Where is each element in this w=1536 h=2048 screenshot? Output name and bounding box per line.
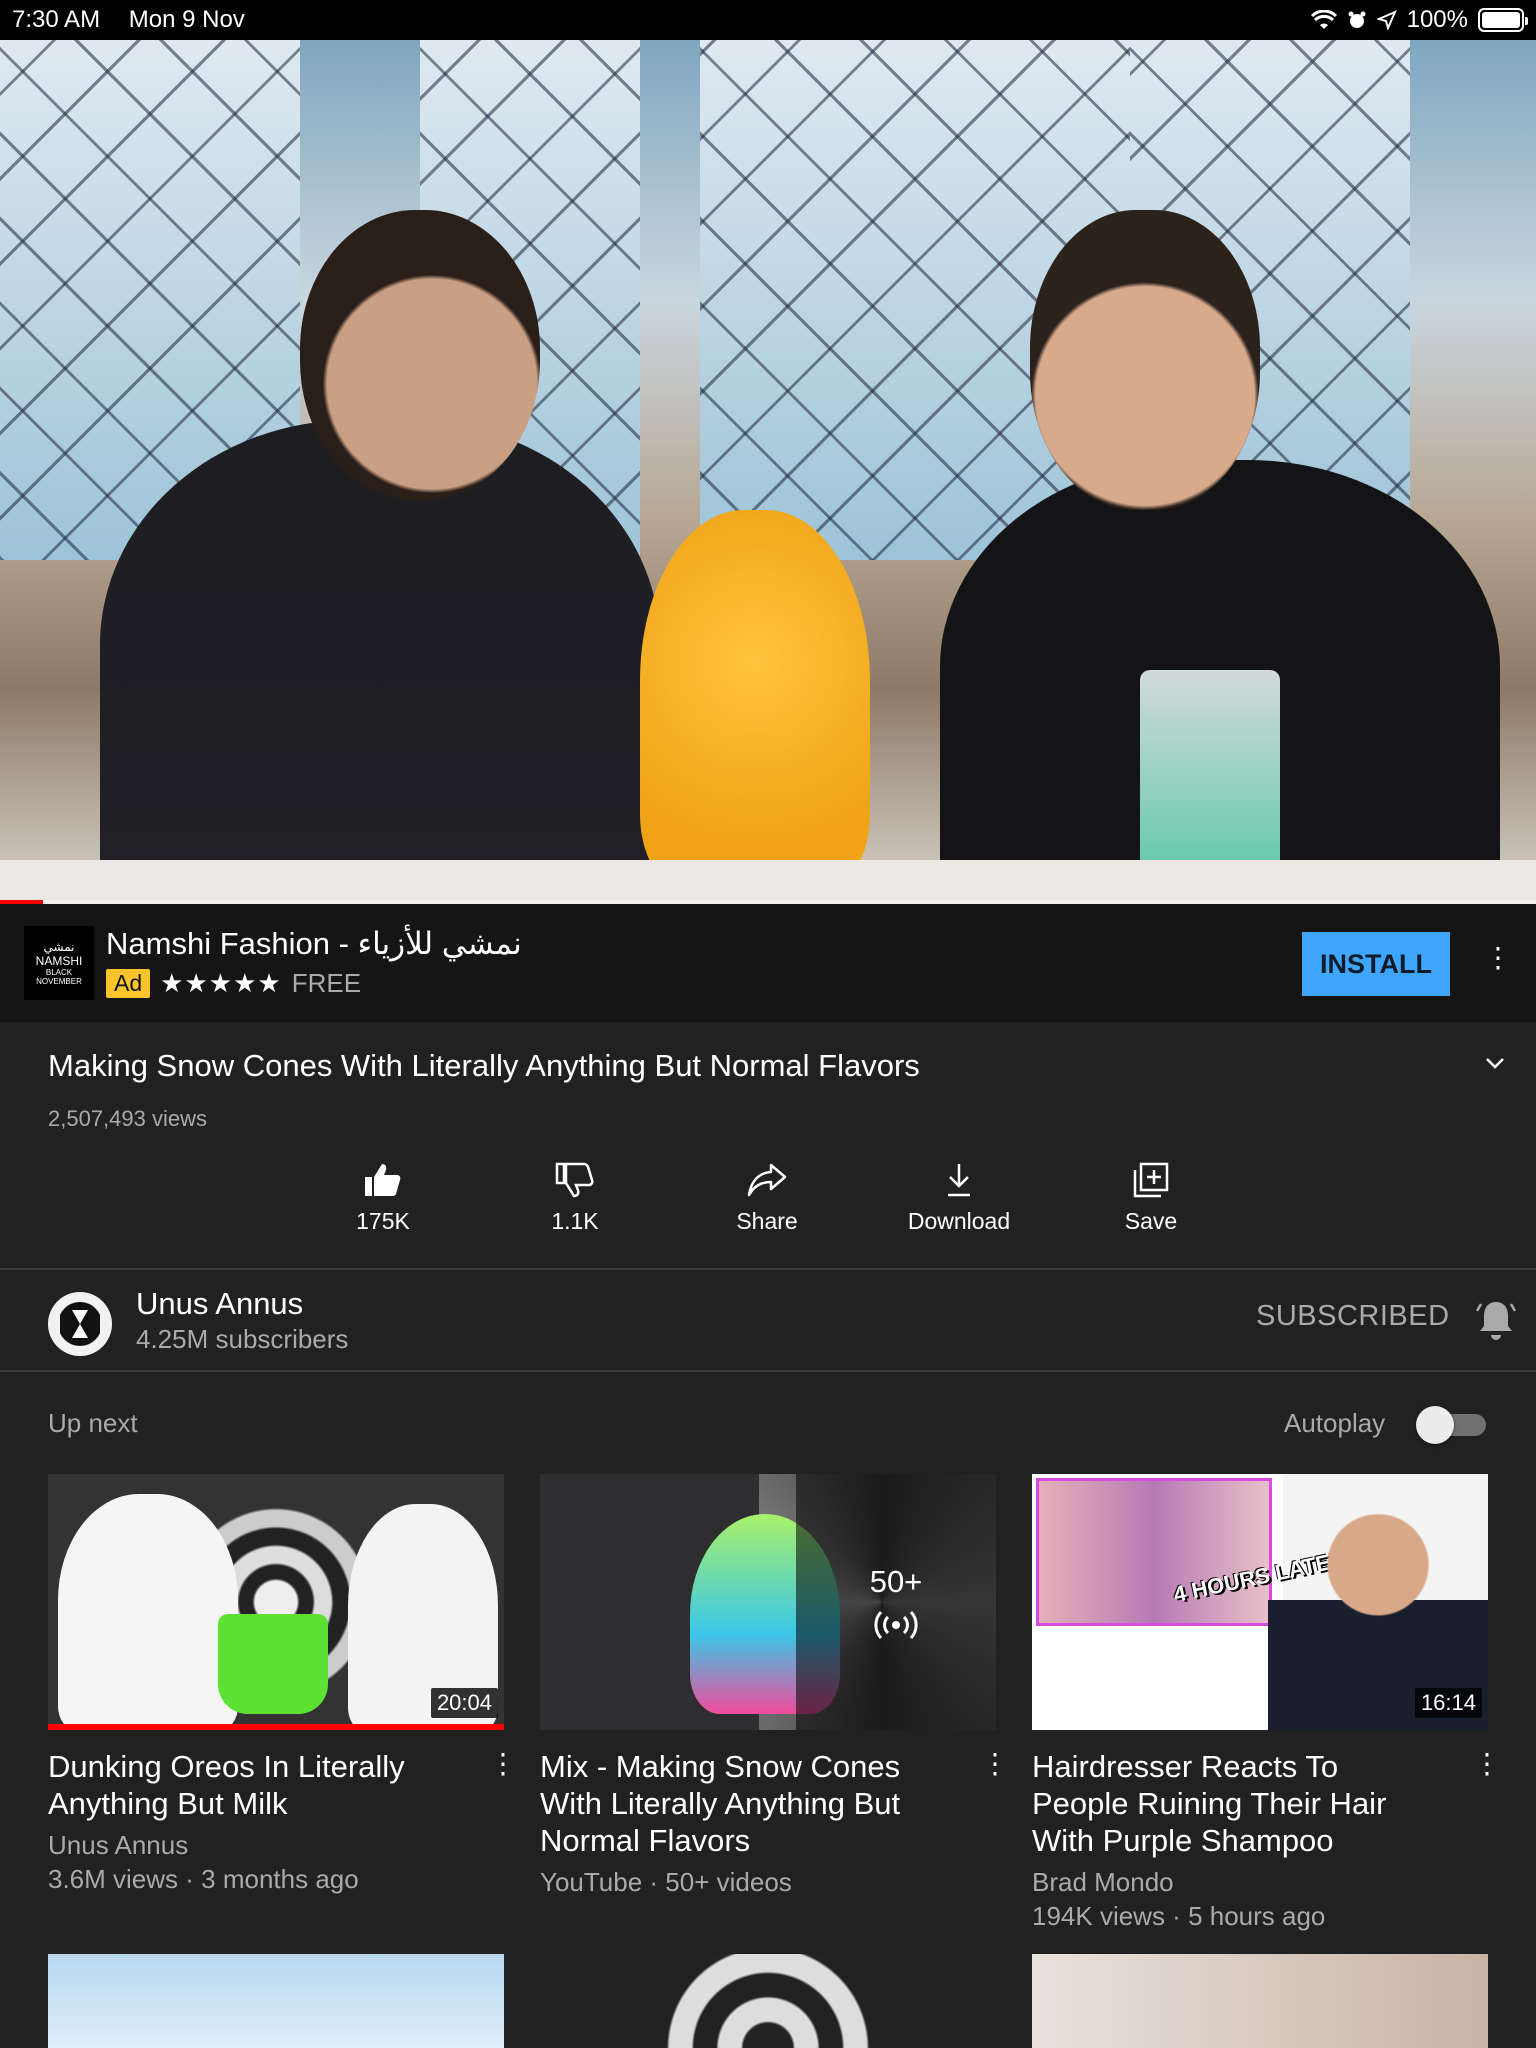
video-thumbnail[interactable]: 20:04 [48, 1474, 504, 1730]
subscribed-button[interactable]: SUBSCRIBED [1256, 1300, 1450, 1333]
bell-icon[interactable] [1476, 1298, 1516, 1342]
action-bar: 175K 1.1K Share Download Save [0, 1150, 1536, 1270]
status-bar: 7:30 AM Mon 9 Nov 100% [0, 0, 1536, 40]
video-card-channel: Unus Annus [48, 1830, 189, 1860]
status-date: Mon 9 Nov [128, 6, 245, 33]
video-card-channel: Brad Mondo [1032, 1867, 1174, 1897]
video-player[interactable] [0, 40, 1536, 904]
hourglass-icon [60, 1302, 100, 1346]
chevron-down-icon[interactable] [1480, 1048, 1510, 1078]
install-button[interactable]: INSTALL [1302, 932, 1450, 996]
like-button[interactable]: 175K [313, 1162, 453, 1235]
video-card[interactable]: 20:04 Dunking Oreos In Literally Anythin… [48, 1474, 504, 1896]
channel-name[interactable]: Unus Annus [136, 1286, 303, 1322]
wifi-icon [1310, 10, 1337, 29]
battery-icon [1478, 8, 1528, 32]
add-to-playlist-icon [1133, 1162, 1169, 1198]
ad-more-icon[interactable]: ⋮ [1484, 944, 1512, 972]
video-card-meta: 194K views · 5 hours ago [1032, 1901, 1326, 1931]
duration-badge: 16:14 [1414, 1688, 1482, 1718]
video-title[interactable]: Making Snow Cones With Literally Anythin… [48, 1048, 1428, 1084]
playlist-count: 50+ [869, 1564, 923, 1599]
video-card-meta: 50+ videos [665, 1867, 792, 1897]
status-time: 7:30 AM [12, 6, 101, 33]
battery-percent: 100% [1406, 6, 1468, 33]
thumbs-up-icon [365, 1164, 401, 1196]
video-thumbnail[interactable] [48, 1954, 504, 2048]
video-card[interactable]: 4 HOURS LATER 16:14 Hairdresser Reacts T… [1032, 1474, 1488, 1933]
video-thumbnail[interactable]: 50+ [540, 1474, 996, 1730]
duration-badge: 20:04 [430, 1688, 498, 1718]
ad-badge: Ad [106, 969, 151, 998]
divider [0, 1370, 1536, 1372]
up-next-label: Up next [48, 1408, 138, 1438]
share-button[interactable]: Share [697, 1162, 837, 1235]
alarm-icon [1348, 11, 1366, 28]
video-card-channel: YouTube [540, 1867, 643, 1897]
video-card-title[interactable]: Mix - Making Snow Cones With Literally A… [540, 1748, 950, 1859]
view-count: 2,507,493 views [48, 1106, 207, 1131]
ad-price: FREE [291, 968, 362, 998]
more-options-icon[interactable]: ⋮ [489, 1750, 517, 1778]
channel-row[interactable]: Unus Annus 4.25M subscribers SUBSCRIBED [0, 1272, 1536, 1372]
autoplay-toggle[interactable] [1416, 1406, 1488, 1444]
ad-banner[interactable]: نمشي NAMSHI BLACK NOVEMBER Namshi Fashio… [0, 904, 1536, 1022]
ad-title[interactable]: Namshi Fashion - نمشي للأزياء [106, 926, 522, 962]
video-thumbnail[interactable] [1032, 1954, 1488, 2048]
divider [0, 1268, 1536, 1270]
video-card[interactable]: 50+ Mix - Making Snow Cones With Literal… [540, 1474, 996, 1899]
video-card-title[interactable]: Dunking Oreos In Literally Anything But … [48, 1748, 458, 1822]
dislike-button[interactable]: 1.1K [505, 1162, 645, 1235]
video-card-meta: 3.6M views · 3 months ago [48, 1864, 359, 1894]
video-card-title[interactable]: Hairdresser Reacts To People Ruining The… [1032, 1748, 1442, 1859]
download-button[interactable]: Download [889, 1162, 1029, 1235]
subscriber-count: 4.25M subscribers [136, 1324, 349, 1354]
ad-rating-stars: ★★★★★ [160, 968, 282, 998]
location-icon [1376, 10, 1397, 30]
playlist-overlay: 50+ [796, 1474, 996, 1730]
autoplay-label: Autoplay [1284, 1408, 1386, 1438]
ad-logo: نمشي NAMSHI BLACK NOVEMBER [24, 926, 94, 1000]
download-icon [948, 1164, 970, 1197]
video-thumbnail[interactable] [540, 1954, 996, 2048]
save-button[interactable]: Save [1081, 1162, 1221, 1235]
more-options-icon[interactable]: ⋮ [1473, 1750, 1501, 1778]
video-thumbnail[interactable]: 4 HOURS LATER 16:14 [1032, 1474, 1488, 1730]
radio-broadcast-icon [874, 1610, 918, 1640]
more-options-icon[interactable]: ⋮ [981, 1750, 1009, 1778]
share-icon [747, 1163, 787, 1197]
channel-avatar[interactable] [48, 1292, 112, 1356]
watched-progress [48, 1724, 504, 1730]
thumbs-down-icon [555, 1162, 594, 1198]
